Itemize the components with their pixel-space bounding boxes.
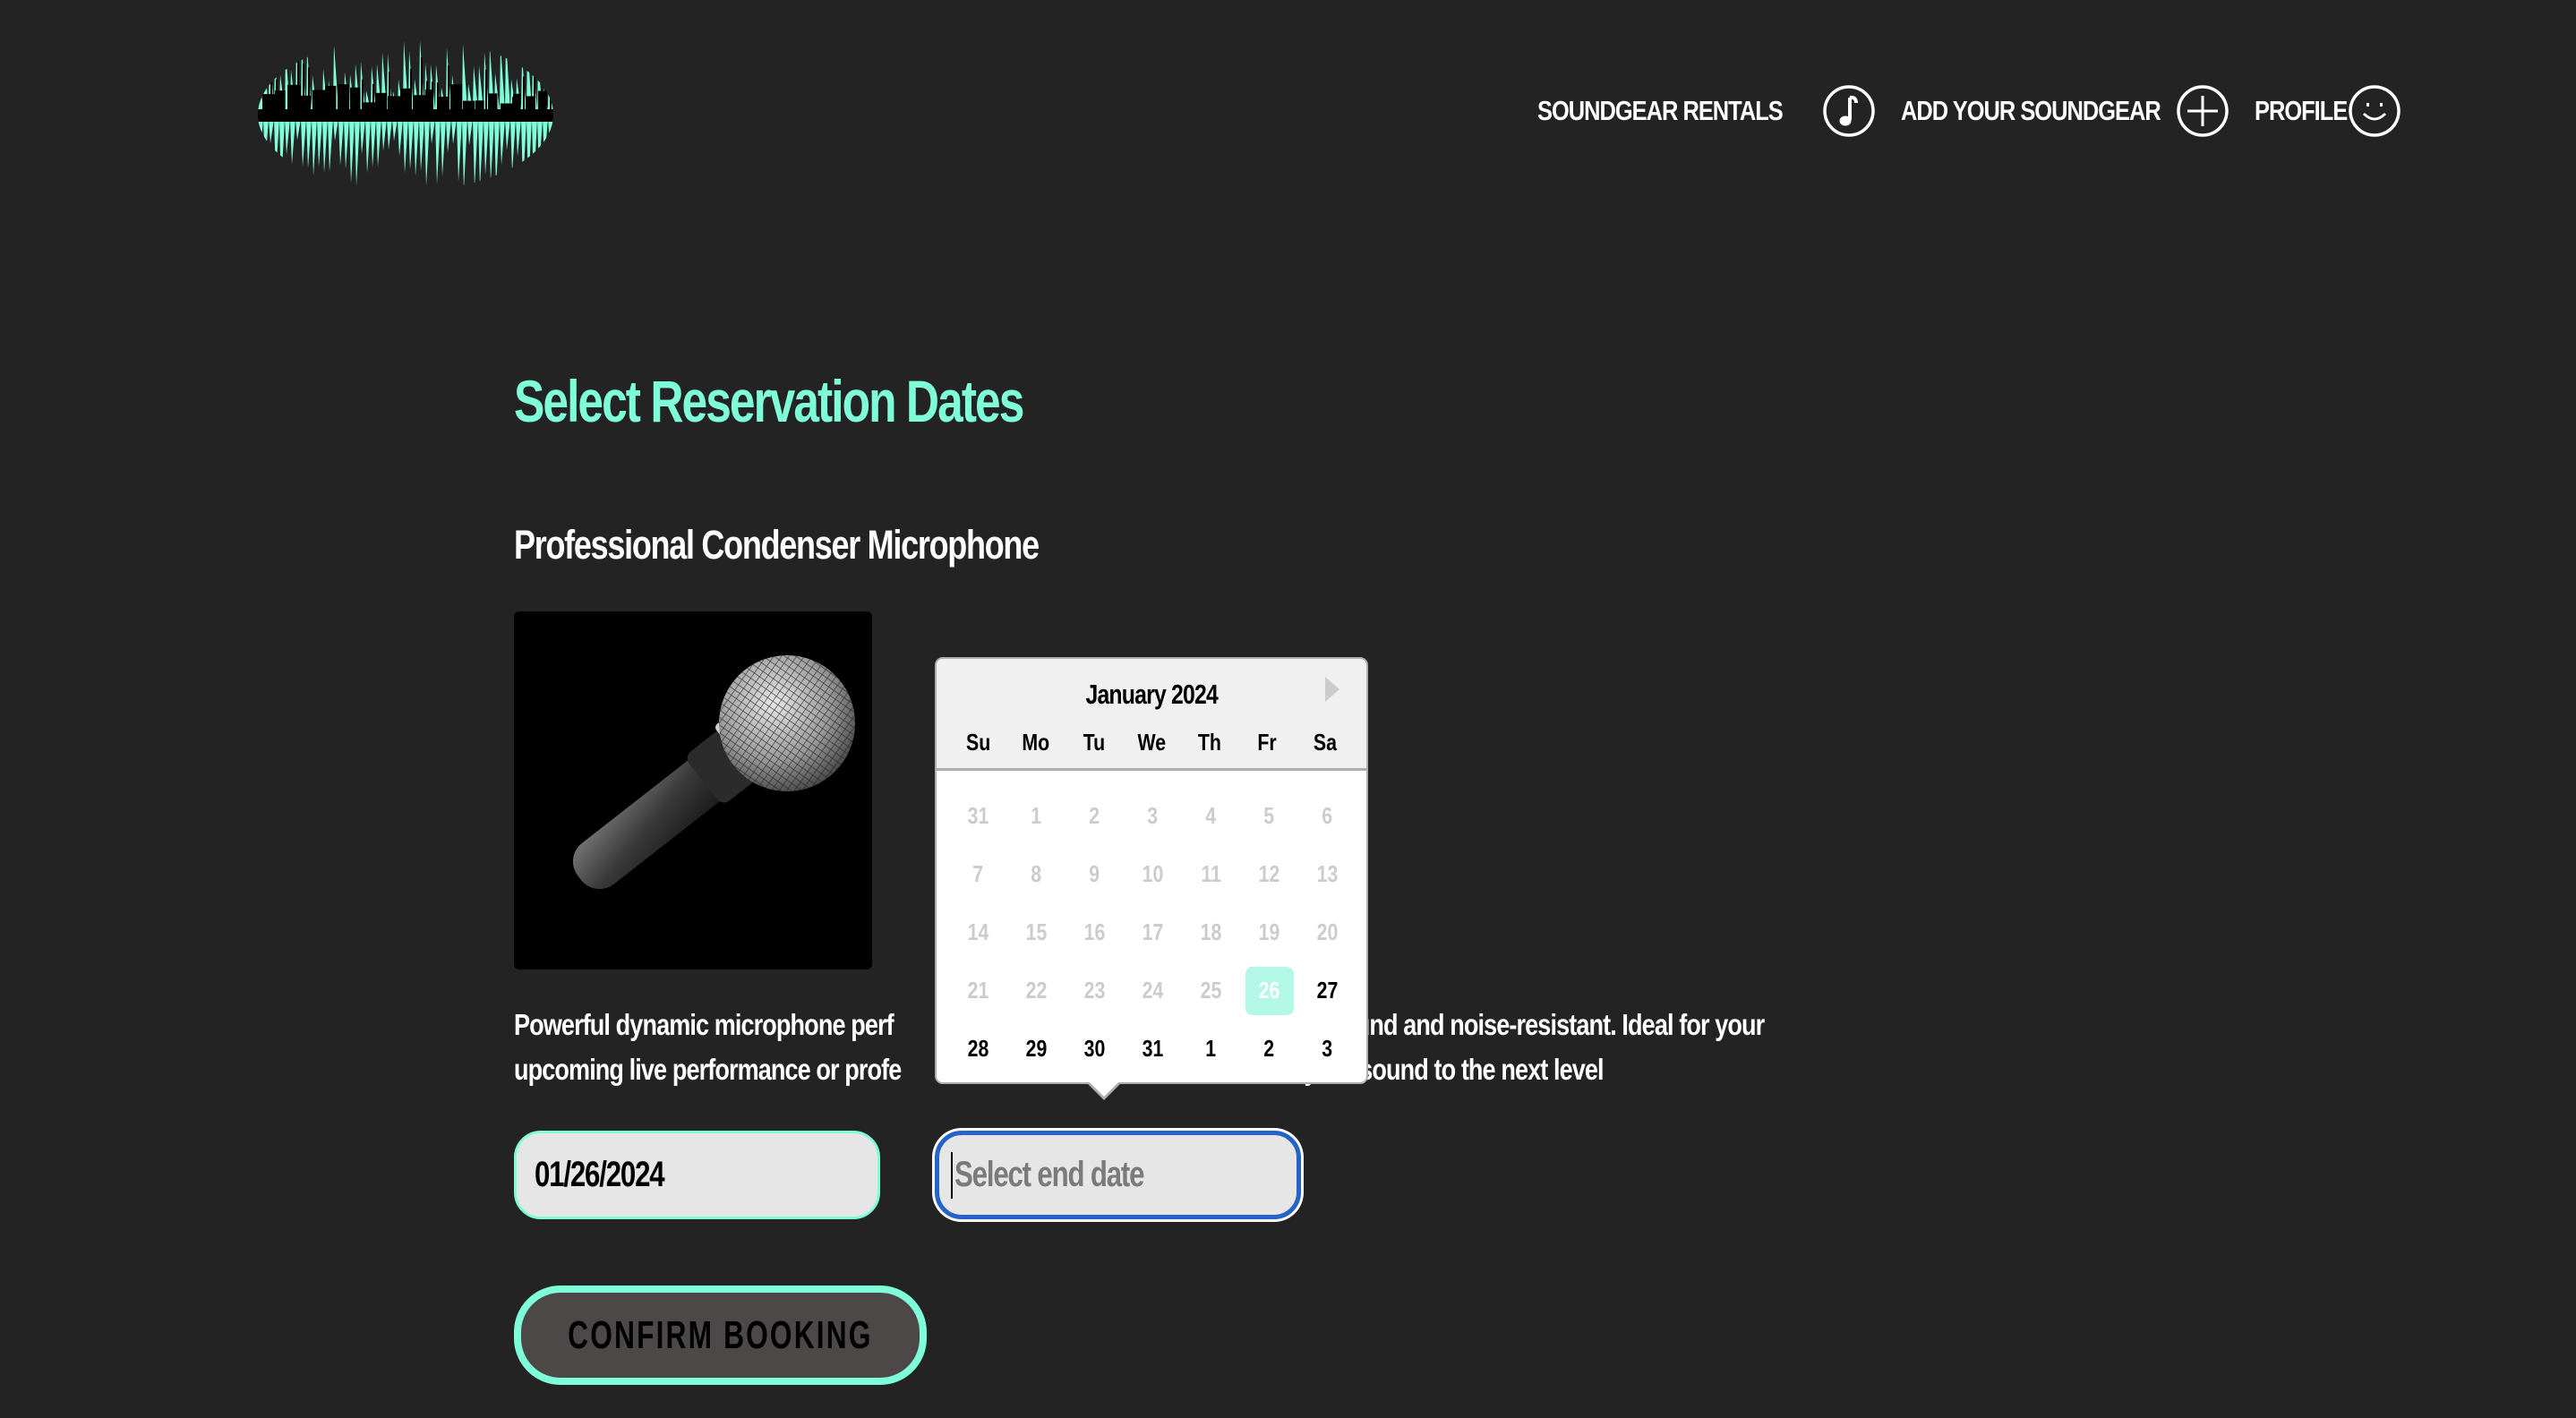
calendar-week-row: 21 22 23 24 25 26 27	[949, 961, 1356, 1020]
nav-label: PROFILE	[2255, 95, 2348, 126]
datepicker-day-grid: 31 1 2 3 4 5 6 7 8 9 10 11 12 13 14 15 16 17 18 19 20 21 22 23 2…	[949, 787, 1356, 1078]
datepicker-popup: January 2024 Su Mo Tu We Th Fr Sa 31 1 2 3 4 5 6 7 8 9 1…	[935, 657, 1368, 1084]
page-title: Select Reservation Dates	[514, 368, 1024, 434]
end-date-placeholder: Select end date	[954, 1155, 1145, 1194]
calendar-week-row: 14 15 16 17 18 19 20	[949, 903, 1356, 961]
calendar-day: 14	[967, 918, 989, 945]
calendar-day: 13	[1316, 860, 1339, 887]
calendar-day: 15	[1025, 918, 1048, 945]
site-logo[interactable]	[258, 34, 553, 190]
calendar-day[interactable]: 27	[1304, 967, 1352, 1015]
weekday-header-row: Su Mo Tu We Th Fr Sa	[949, 729, 1354, 756]
plus-circle-icon	[2176, 84, 2229, 138]
calendar-day: 4	[1205, 802, 1217, 829]
nav-label: ADD YOUR SOUNDGEAR	[1900, 95, 2161, 126]
calendar-day: 23	[1083, 977, 1106, 1004]
weekday-label: Sa	[1313, 729, 1337, 756]
calendar-day: 31	[967, 802, 989, 829]
datepicker-pointer	[1088, 1081, 1120, 1097]
calendar-day: 21	[967, 977, 989, 1004]
calendar-day: 7	[972, 860, 984, 887]
calendar-day: 10	[1142, 860, 1164, 887]
skyline-waveform-logo-icon	[258, 39, 553, 190]
calendar-day[interactable]: 31	[1129, 1025, 1177, 1073]
calendar-day: 11	[1201, 860, 1221, 887]
nav-label: SOUNDGEAR RENTALS	[1537, 95, 1784, 126]
calendar-day: 24	[1142, 977, 1164, 1004]
microphone-photo-icon	[572, 655, 855, 890]
nav-profile[interactable]: PROFILE	[2255, 84, 2401, 138]
start-date-value: 01/26/2024	[535, 1155, 665, 1194]
calendar-day: 20	[1316, 918, 1339, 945]
description-fragment: Powerful dynamic microphone perf	[514, 1008, 894, 1041]
datepicker-month-label: January 2024	[1085, 679, 1218, 710]
calendar-day: 25	[1200, 977, 1222, 1004]
calendar-day: 1	[1031, 802, 1042, 829]
end-date-input[interactable]: Select end date	[935, 1131, 1301, 1219]
weekday-label: Su	[965, 729, 990, 756]
calendar-day: 9	[1089, 860, 1100, 887]
calendar-day: 2	[1089, 802, 1100, 829]
start-date-input[interactable]: 01/26/2024	[514, 1131, 880, 1219]
text-caret	[951, 1151, 953, 1199]
calendar-day: 16	[1083, 918, 1106, 945]
weekday-label: Th	[1197, 729, 1221, 756]
calendar-day-selected[interactable]: 26	[1245, 966, 1294, 1015]
weekday-label: We	[1137, 729, 1166, 756]
calendar-day[interactable]: 28	[954, 1025, 1003, 1073]
calendar-week-row: 7 8 9 10 11 12 13	[949, 845, 1356, 903]
confirm-booking-label: CONFIRM BOOKING	[568, 1312, 873, 1357]
product-name: Professional Condenser Microphone	[514, 522, 1040, 568]
confirm-booking-button[interactable]: CONFIRM BOOKING	[514, 1286, 927, 1385]
calendar-day: 22	[1025, 977, 1048, 1004]
calendar-day: 6	[1322, 802, 1333, 829]
calendar-week-row: 31 1 2 3 4 5 6	[949, 787, 1356, 845]
datepicker-header: January 2024 Su Mo Tu We Th Fr Sa	[937, 659, 1366, 771]
calendar-day: 12	[1258, 860, 1280, 887]
smiley-icon	[2348, 84, 2401, 138]
description-fragment: upcoming live performance or profe	[514, 1053, 902, 1086]
calendar-day[interactable]: 2	[1245, 1025, 1294, 1073]
next-month-arrow-icon[interactable]	[1325, 677, 1339, 702]
calendar-day: 18	[1200, 918, 1222, 945]
nav-add-your-soundgear[interactable]: ADD YOUR SOUNDGEAR	[1901, 84, 2229, 138]
calendar-day: 8	[1031, 860, 1042, 887]
calendar-day[interactable]: 29	[1013, 1025, 1061, 1073]
calendar-day[interactable]: 3	[1304, 1025, 1352, 1073]
main-nav: SOUNDGEAR RENTALS ADD YOUR SOUNDGEAR PRO…	[1537, 82, 2401, 140]
weekday-label: Tu	[1083, 729, 1105, 756]
calendar-day: 3	[1147, 802, 1159, 829]
weekday-label: Fr	[1257, 729, 1277, 756]
calendar-day: 19	[1258, 918, 1280, 945]
calendar-day: 5	[1263, 802, 1275, 829]
weekday-label: Mo	[1022, 729, 1050, 756]
music-note-icon	[1822, 84, 1876, 138]
calendar-week-row: 28 29 30 31 1 2 3	[949, 1020, 1356, 1078]
product-image	[514, 611, 872, 970]
calendar-day: 17	[1142, 918, 1164, 945]
nav-soundgear-rentals[interactable]: SOUNDGEAR RENTALS	[1537, 84, 1876, 138]
calendar-day[interactable]: 30	[1071, 1025, 1119, 1073]
calendar-day[interactable]: 1	[1187, 1025, 1236, 1073]
